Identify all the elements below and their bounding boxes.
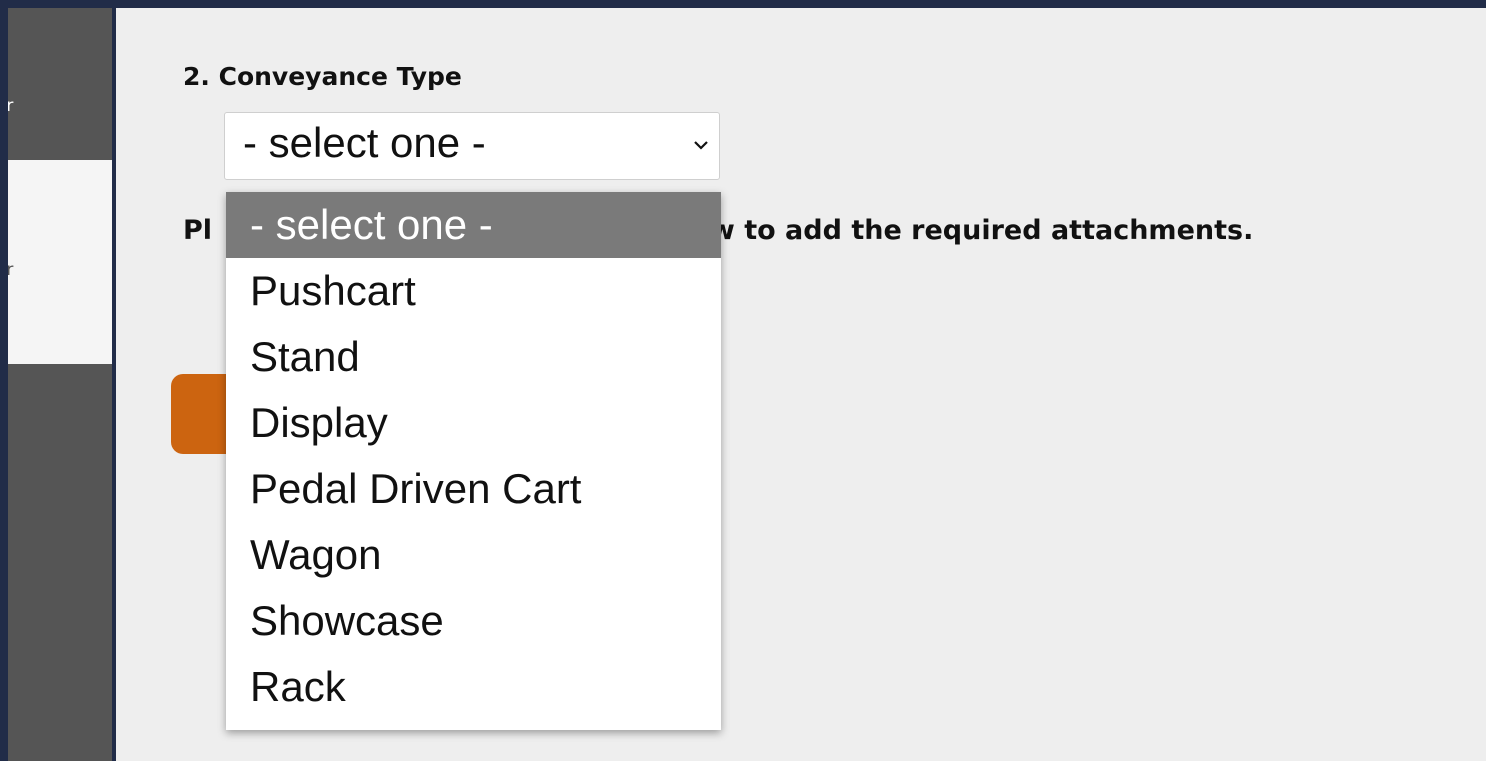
- instruction-prefix: Pl: [183, 215, 213, 246]
- chevron-down-icon: [694, 141, 708, 150]
- section-title: 2. Conveyance Type: [183, 62, 462, 91]
- option-wagon[interactable]: Wagon: [226, 522, 721, 588]
- option-pedal-driven-cart[interactable]: Pedal Driven Cart: [226, 456, 721, 522]
- option-showcase[interactable]: Showcase: [226, 588, 721, 654]
- instruction-suffix: low to add the required attachments.: [682, 215, 1254, 246]
- sidebar-item-1[interactable]: or: [8, 8, 112, 160]
- conveyance-type-select[interactable]: - select one -: [224, 112, 720, 180]
- option-select-one[interactable]: - select one -: [226, 192, 721, 258]
- option-rack[interactable]: Rack: [226, 654, 721, 720]
- sidebar: or or: [8, 8, 112, 761]
- option-pushcart[interactable]: Pushcart: [226, 258, 721, 324]
- option-stand[interactable]: Stand: [226, 324, 721, 390]
- app-frame: or or 2. Conveyance Type - select one - …: [0, 0, 1486, 761]
- select-current-value: - select one -: [243, 119, 486, 166]
- sidebar-item-2-active[interactable]: or: [8, 160, 112, 364]
- conveyance-type-dropdown-list: - select one - Pushcart Stand Display Pe…: [226, 192, 721, 730]
- sidebar-item-label: or: [8, 96, 14, 116]
- option-display[interactable]: Display: [226, 390, 721, 456]
- sidebar-item-label: or: [8, 260, 14, 280]
